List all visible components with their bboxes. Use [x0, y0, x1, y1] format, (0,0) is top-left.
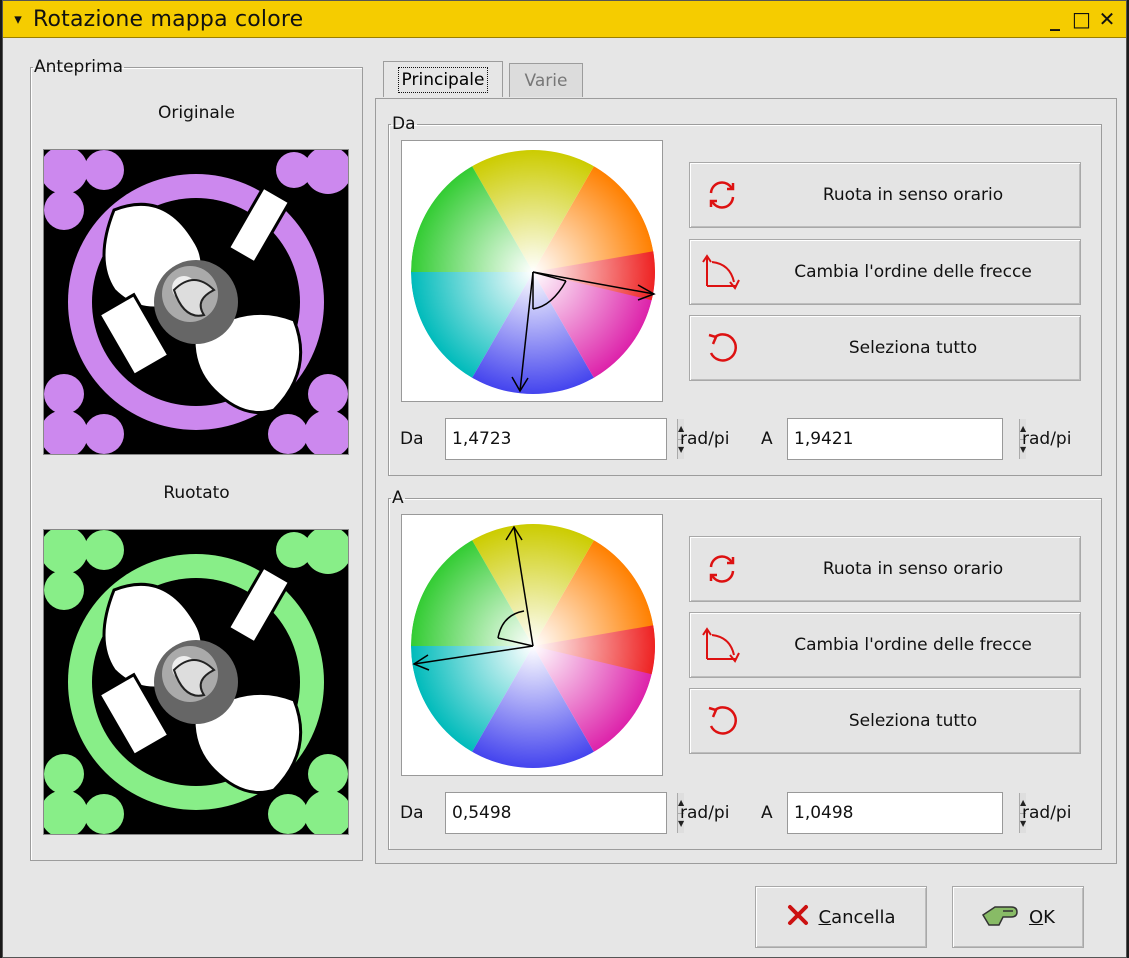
cancel-label: Cancella — [818, 906, 896, 928]
ok-label: OK — [1029, 906, 1055, 928]
from-color-wheel[interactable] — [401, 140, 663, 402]
maximize-icon[interactable]: □ — [1072, 7, 1091, 31]
window-menu-icon[interactable]: ▾ — [3, 10, 33, 28]
title-bar[interactable]: ▾ Rotazione mappa colore _ □ ✕ — [3, 1, 1126, 38]
rotated-label: Ruotato — [163, 483, 230, 503]
to-a-input[interactable] — [788, 793, 1019, 833]
from-da-unit: rad/pi — [680, 429, 730, 449]
to-da-label: Da — [400, 803, 424, 823]
from-a-unit: rad/pi — [1022, 429, 1072, 449]
rotate-clockwise-icon — [690, 180, 754, 210]
from-select-all-button[interactable]: Seleziona tutto — [689, 315, 1081, 381]
select-all-icon — [690, 331, 754, 365]
from-group-legend: Da — [392, 114, 416, 134]
tab-principale[interactable]: Principale — [383, 61, 503, 97]
to-da-spinbox[interactable]: ▲▼ — [445, 792, 685, 834]
to-da-unit: rad/pi — [680, 803, 730, 823]
to-a-spinbox[interactable]: ▲▼ — [787, 792, 1027, 834]
to-select-all-button[interactable]: Seleziona tutto — [689, 688, 1081, 754]
from-a-spinbox[interactable]: ▲▼ — [787, 418, 1027, 460]
from-swap-arrows-button[interactable]: Cambia l'ordine delle frecce — [689, 239, 1081, 305]
from-da-spinbox[interactable]: ▲▼ — [445, 418, 685, 460]
preview-legend: Anteprima — [34, 57, 124, 77]
original-label: Originale — [158, 103, 235, 123]
to-select-all-label: Seleziona tutto — [848, 711, 978, 731]
to-group-legend: A — [392, 488, 404, 508]
from-rotate-label: Ruota in senso orario — [822, 185, 1004, 205]
cancel-x-icon — [786, 903, 810, 932]
to-swap-label: Cambia l'ordine delle frecce — [794, 635, 1032, 655]
original-preview-image — [43, 149, 349, 455]
to-da-input[interactable] — [446, 793, 677, 833]
select-all-icon — [690, 704, 754, 738]
to-rotate-label: Ruota in senso orario — [822, 559, 1004, 579]
to-a-unit: rad/pi — [1022, 803, 1072, 823]
from-swap-label: Cambia l'ordine delle frecce — [794, 262, 1032, 282]
to-rotate-clockwise-button[interactable]: Ruota in senso orario — [689, 536, 1081, 602]
from-a-input[interactable] — [788, 419, 1019, 459]
from-select-all-label: Seleziona tutto — [848, 338, 978, 358]
from-da-input[interactable] — [446, 419, 677, 459]
to-a-label: A — [761, 803, 773, 823]
to-swap-arrows-button[interactable]: Cambia l'ordine delle frecce — [689, 612, 1081, 678]
from-rotate-clockwise-button[interactable]: Ruota in senso orario — [689, 162, 1081, 228]
swap-arrows-icon — [690, 252, 754, 292]
minimize-icon[interactable]: _ — [1046, 7, 1064, 31]
cancel-button[interactable]: Cancella — [755, 886, 927, 948]
window-title: Rotazione mappa colore — [33, 6, 304, 32]
tab-varie[interactable]: Varie — [509, 63, 583, 97]
rotate-clockwise-icon — [690, 554, 754, 584]
swap-arrows-icon — [690, 625, 754, 665]
close-icon[interactable]: ✕ — [1098, 7, 1116, 31]
rotated-preview-image — [43, 529, 349, 835]
to-color-wheel[interactable] — [401, 514, 663, 776]
from-a-label: A — [761, 429, 773, 449]
ok-button[interactable]: OK — [952, 886, 1084, 948]
ok-hand-icon — [981, 901, 1021, 934]
color-map-rotation-dialog: ▾ Rotazione mappa colore _ □ ✕ Anteprima… — [2, 0, 1127, 958]
from-da-label: Da — [400, 429, 424, 449]
